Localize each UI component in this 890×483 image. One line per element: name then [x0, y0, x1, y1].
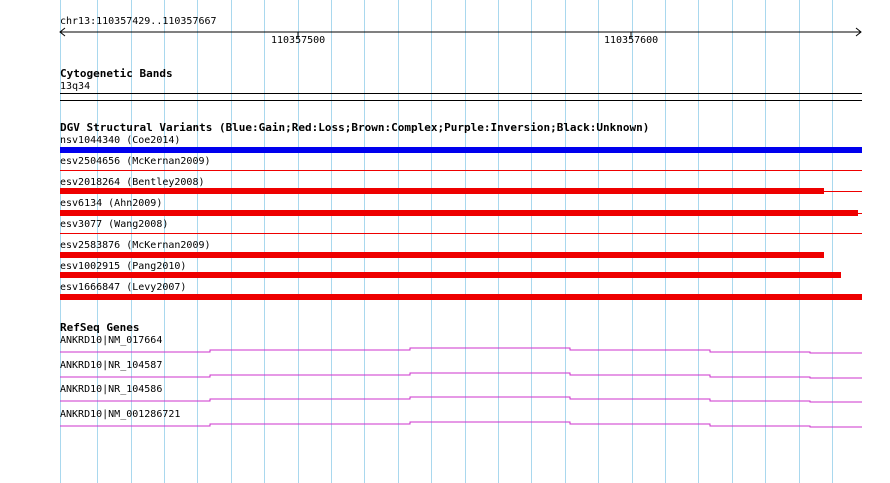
variant-label[interactable]: esv1666847 (Levy2007)	[60, 282, 186, 293]
variant-label[interactable]: nsv1044340 (Coe2014)	[60, 135, 180, 146]
variant-feature-loss[interactable]	[60, 272, 841, 278]
variant-feature-loss[interactable]	[60, 170, 862, 171]
ruler-axis	[59, 27, 862, 38]
variant-label[interactable]: esv2018264 (Bentley2008)	[60, 177, 205, 188]
variant-label[interactable]: esv2504656 (McKernan2009)	[60, 156, 211, 167]
cytoband-band-bottom[interactable]	[60, 100, 862, 101]
variant-feature-tail	[824, 191, 862, 192]
variant-label[interactable]: esv3077 (Wang2008)	[60, 219, 168, 230]
genome-browser-view: chr13:110357429..110357667 110357500 110…	[0, 0, 890, 483]
dgv-track-title: DGV Structural Variants (Blue:Gain;Red:L…	[60, 121, 650, 134]
variant-feature-loss[interactable]	[60, 210, 858, 216]
variant-feature-loss[interactable]	[60, 294, 862, 300]
gene-feature[interactable]	[60, 417, 862, 429]
variant-label[interactable]: esv6134 (Ahn2009)	[60, 198, 162, 209]
variant-label[interactable]: esv1002915 (Pang2010)	[60, 261, 186, 272]
gene-feature[interactable]	[60, 368, 862, 380]
variant-feature-tail	[858, 213, 862, 214]
cytoband-label[interactable]: 13q34	[60, 81, 90, 92]
cytoband-track-title: Cytogenetic Bands	[60, 67, 173, 80]
variant-label[interactable]: esv2583876 (McKernan2009)	[60, 240, 211, 251]
variant-feature-loss[interactable]	[60, 233, 862, 234]
gene-feature[interactable]	[60, 392, 862, 404]
ruler-tick-label: 110357600	[604, 35, 659, 46]
variant-feature-gain[interactable]	[60, 147, 862, 153]
cytoband-band-top[interactable]	[60, 93, 862, 94]
variant-feature-loss[interactable]	[60, 252, 824, 258]
ruler-tick-label: 110357500	[271, 35, 326, 46]
gene-feature[interactable]	[60, 343, 862, 355]
refseq-track-title: RefSeq Genes	[60, 321, 140, 334]
variant-feature-loss[interactable]	[60, 188, 824, 194]
